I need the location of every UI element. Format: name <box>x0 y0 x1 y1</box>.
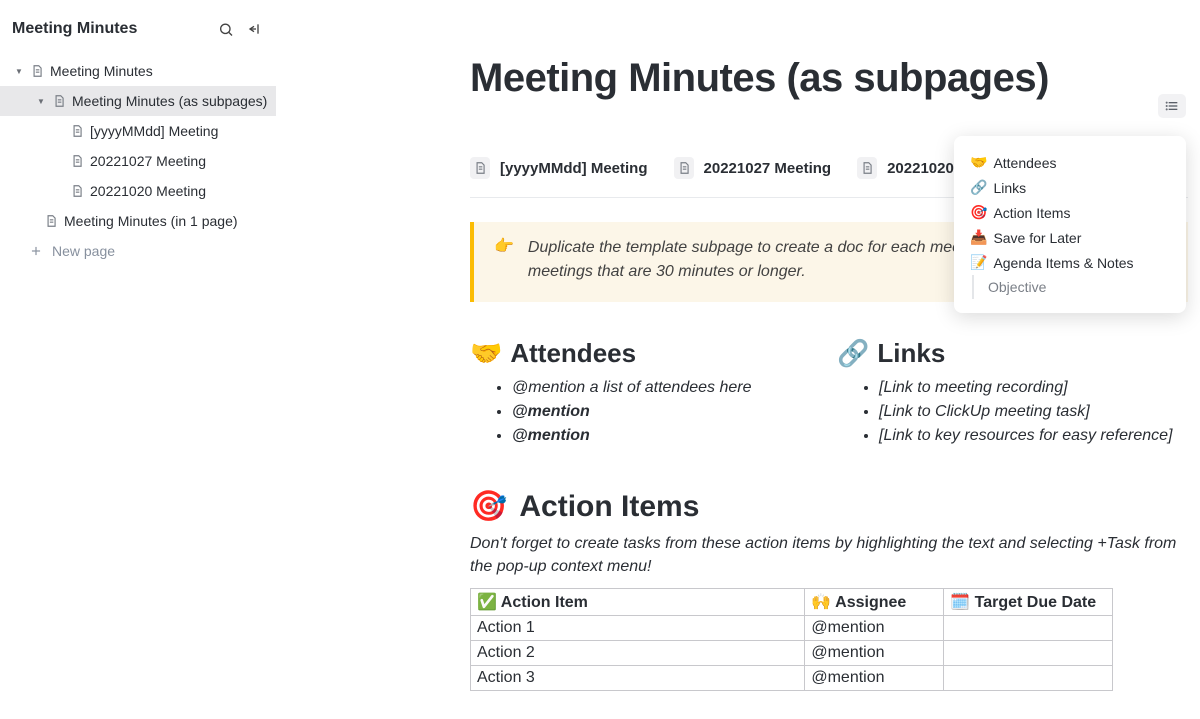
toc-popover: 🤝 Attendees 🔗 Links 🎯 Action Items 📥 Sav… <box>954 136 1186 313</box>
sidebar-item-20221027[interactable]: 20221027 Meeting <box>0 146 276 176</box>
target-icon: 🎯 <box>970 204 987 221</box>
list-item[interactable]: [Link to meeting recording] <box>879 379 1188 397</box>
toc-label: Links <box>993 180 1026 196</box>
cell-due[interactable] <box>944 666 1113 691</box>
toc-item-action-items[interactable]: 🎯 Action Items <box>970 200 1172 225</box>
doc-icon <box>70 124 84 138</box>
action-items-table: ✅ Action Item 🙌 Assignee 🗓️ Target Due D… <box>470 588 1113 691</box>
links-list: [Link to meeting recording] [Link to Cli… <box>837 379 1188 445</box>
sidebar-item-meeting-minutes-subpages[interactable]: ▼ Meeting Minutes (as subpages) <box>0 86 276 116</box>
cell-due[interactable] <box>944 641 1113 666</box>
sidebar-header: Meeting Minutes <box>0 16 276 56</box>
doc-icon <box>470 157 490 179</box>
heading-text: Links <box>877 338 945 369</box>
sidebar-item-label: 20221020 Meeting <box>90 183 206 199</box>
page-title: Meeting Minutes (as subpages) <box>470 56 1188 101</box>
page-tree: ▼ Meeting Minutes ▼ Meeting Minutes (as … <box>0 56 276 266</box>
attendees-section: 🤝 Attendees @mention a list of attendees… <box>470 338 821 451</box>
sidebar-item-label: Meeting Minutes <box>50 63 153 79</box>
subpage-link[interactable]: [yyyyMMdd] Meeting <box>470 157 648 179</box>
toc-item-objective[interactable]: Objective <box>972 275 1172 299</box>
links-section: 🔗 Links [Link to meeting recording] [Lin… <box>837 338 1188 451</box>
list-icon <box>1164 98 1180 114</box>
sidebar-item-template-meeting[interactable]: [yyyyMMdd] Meeting <box>0 116 276 146</box>
sidebar-item-in-one-page[interactable]: Meeting Minutes (in 1 page) <box>0 206 276 236</box>
doc-icon <box>70 154 84 168</box>
caret-icon[interactable]: ▼ <box>12 67 26 76</box>
cell-assignee[interactable]: @mention <box>805 616 944 641</box>
table-row[interactable]: Action 3 @mention <box>471 666 1113 691</box>
toc-label: Attendees <box>993 155 1056 171</box>
toc-toggle-button[interactable] <box>1158 94 1186 118</box>
doc-icon <box>857 157 877 179</box>
table-header-row: ✅ Action Item 🙌 Assignee 🗓️ Target Due D… <box>471 589 1113 616</box>
doc-icon <box>52 94 66 108</box>
list-item[interactable]: @mention a list of attendees here <box>512 379 821 397</box>
new-page-label: New page <box>52 243 115 259</box>
cell-assignee[interactable]: @mention <box>805 641 944 666</box>
table-row[interactable]: Action 1 @mention <box>471 616 1113 641</box>
target-icon: 🎯 <box>470 489 507 524</box>
cell-item[interactable]: Action 1 <box>471 616 805 641</box>
handshake-icon: 🤝 <box>970 154 987 171</box>
list-item[interactable]: [Link to ClickUp meeting task] <box>879 403 1188 421</box>
sidebar-item-label: 20221027 Meeting <box>90 153 206 169</box>
handshake-icon: 🤝 <box>470 338 502 369</box>
col-due-date: 🗓️ Target Due Date <box>944 589 1113 616</box>
col-assignee: 🙌 Assignee <box>805 589 944 616</box>
toc-label: Objective <box>988 279 1046 295</box>
toc-item-attendees[interactable]: 🤝 Attendees <box>970 150 1172 175</box>
cell-assignee[interactable]: @mention <box>805 666 944 691</box>
subpage-label: [yyyyMMdd] Meeting <box>500 160 648 177</box>
memo-icon: 📝 <box>970 254 987 271</box>
sidebar-item-meeting-minutes[interactable]: ▼ Meeting Minutes <box>0 56 276 86</box>
header-icons <box>218 21 262 37</box>
caret-icon[interactable]: ▼ <box>34 97 48 106</box>
two-column-section: 🤝 Attendees @mention a list of attendees… <box>470 338 1188 451</box>
doc-icon <box>674 157 694 179</box>
col-action-item: ✅ Action Item <box>471 589 805 616</box>
list-item[interactable]: @mention <box>512 427 821 445</box>
subpage-label: 20221027 Meeting <box>704 160 832 177</box>
link-icon: 🔗 <box>970 179 987 196</box>
plus-icon <box>28 243 44 259</box>
toc-item-save-for-later[interactable]: 📥 Save for Later <box>970 225 1172 250</box>
main-content: Meeting Minutes (as subpages) [yyyyMMdd]… <box>277 0 1200 719</box>
toc-label: Agenda Items & Notes <box>993 255 1133 271</box>
inbox-icon: 📥 <box>970 229 987 246</box>
sidebar-item-20221020[interactable]: 20221020 Meeting <box>0 176 276 206</box>
sidebar: Meeting Minutes ▼ Meeting Minutes ▼ Meet… <box>0 0 277 719</box>
doc-icon <box>70 184 84 198</box>
links-heading: 🔗 Links <box>837 338 1188 369</box>
heading-text: Action Items <box>519 490 699 524</box>
cell-item[interactable]: Action 2 <box>471 641 805 666</box>
pointer-emoji-icon: 👉 <box>494 236 514 284</box>
doc-icon <box>44 214 58 228</box>
toc-label: Action Items <box>993 205 1070 221</box>
sidebar-item-label: Meeting Minutes (in 1 page) <box>64 213 238 229</box>
collapse-sidebar-icon[interactable] <box>246 21 262 37</box>
heading-text: Attendees <box>510 338 636 369</box>
toc-item-links[interactable]: 🔗 Links <box>970 175 1172 200</box>
action-items-section: 🎯 Action Items Don't forget to create ta… <box>470 489 1188 691</box>
attendees-heading: 🤝 Attendees <box>470 338 821 369</box>
new-page-button[interactable]: New page <box>0 236 276 266</box>
link-icon: 🔗 <box>837 338 869 369</box>
workspace-title: Meeting Minutes <box>12 20 137 38</box>
doc-icon <box>30 64 44 78</box>
attendees-list: @mention a list of attendees here @menti… <box>470 379 821 445</box>
table-row[interactable]: Action 2 @mention <box>471 641 1113 666</box>
toc-item-agenda[interactable]: 📝 Agenda Items & Notes <box>970 250 1172 275</box>
list-item[interactable]: @mention <box>512 403 821 421</box>
action-items-subtext: Don't forget to create tasks from these … <box>470 532 1188 578</box>
search-icon[interactable] <box>218 21 234 37</box>
cell-item[interactable]: Action 3 <box>471 666 805 691</box>
sidebar-item-label: [yyyyMMdd] Meeting <box>90 123 218 139</box>
cell-due[interactable] <box>944 616 1113 641</box>
sidebar-item-label: Meeting Minutes (as subpages) <box>72 93 267 109</box>
subpage-link[interactable]: 20221027 Meeting <box>674 157 832 179</box>
toc-label: Save for Later <box>993 230 1081 246</box>
list-item[interactable]: [Link to key resources for easy referenc… <box>879 427 1188 445</box>
action-items-heading: 🎯 Action Items <box>470 489 1188 524</box>
